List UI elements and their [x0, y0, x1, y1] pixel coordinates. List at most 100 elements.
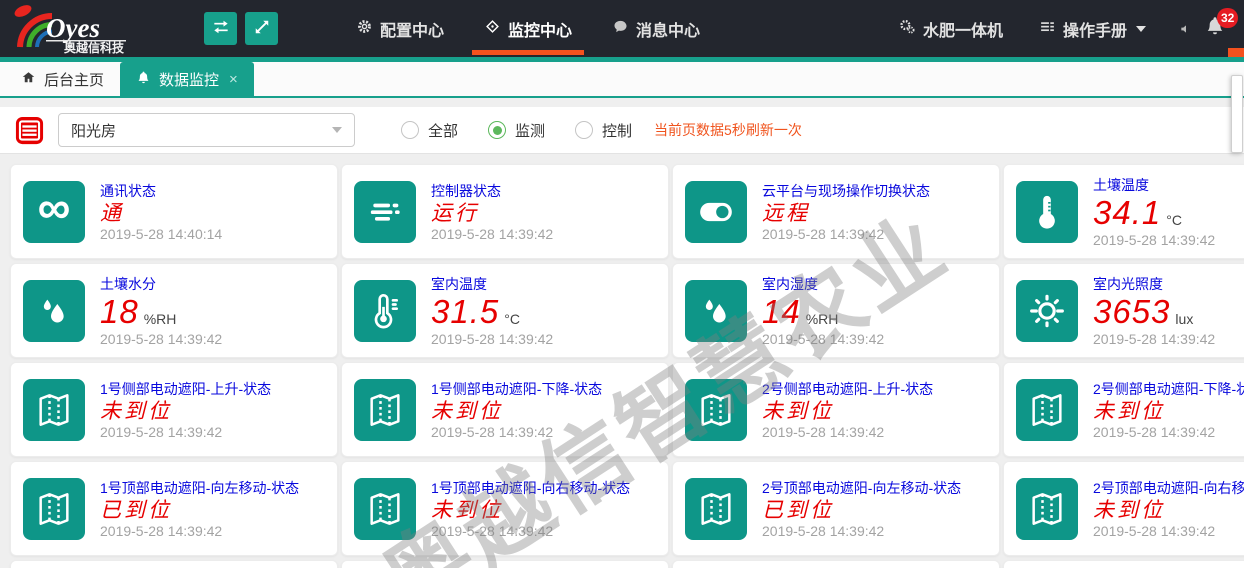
card-value: 18 %RH [100, 295, 222, 330]
card-value: 未到位 [1093, 499, 1244, 521]
speaker-icon [1178, 21, 1194, 37]
tab-data-monitor[interactable]: 数据监控 × [120, 62, 254, 96]
radio-control[interactable]: 控制 [575, 120, 632, 141]
menu-item-config-center[interactable]: 配置中心 [336, 0, 464, 57]
chevron-down-icon [1136, 26, 1146, 32]
data-card: 土壤温度 34.1°C 2019-5-28 14:39:42 [1003, 164, 1244, 259]
card-unit: °C [504, 312, 520, 327]
droplets-icon [685, 280, 747, 342]
menu-label: 水肥一体机 [923, 17, 1003, 41]
thermometer-scale-icon [354, 280, 416, 342]
card-value: 通 [100, 202, 222, 224]
card-title: 2号顶部电动遮阳-向左移动-状态 [762, 478, 961, 498]
radio-circle [488, 121, 506, 139]
card-value-text: 运行 [431, 202, 479, 224]
map-icon [23, 478, 85, 540]
refresh-notice: 当前页数据5秒刷新一次 [654, 120, 802, 140]
menu-item-message-center[interactable]: 消息中心 [592, 0, 720, 57]
card-value: 未到位 [1093, 400, 1244, 422]
card-unit: lux [1175, 312, 1193, 327]
card-title: 云平台与现场操作切换状态 [762, 181, 930, 201]
menu-item-fertigation-machine[interactable]: 水肥一体机 [895, 0, 1007, 57]
swap-arrows-icon [211, 17, 231, 40]
card-title: 1号顶部电动遮阳-向左移动-状态 [100, 478, 299, 498]
card-value-text: 未到位 [100, 400, 172, 422]
card-title: 2号侧部电动遮阳-上升-状态 [762, 379, 933, 399]
scrollbar-top-accent [1228, 48, 1244, 57]
card-timestamp: 2019-5-28 14:39:42 [100, 523, 299, 539]
expand-icon [252, 17, 272, 40]
droplet-icon [23, 280, 85, 342]
data-card: 室内湿度 14%RH 2019-5-28 14:39:42 [672, 263, 1000, 358]
card-timestamp: 2019-5-28 14:39:42 [1093, 232, 1215, 248]
tab-backend-home[interactable]: 后台主页 [5, 62, 120, 96]
card-value-text: 31.5 [431, 295, 499, 330]
notifications-button[interactable]: 32 [1204, 15, 1226, 42]
card-title: 通讯状态 [100, 181, 222, 201]
data-card: ∞ 通讯状态 通 2019-5-28 14:40:14 [10, 164, 338, 259]
radio-all[interactable]: 全部 [401, 120, 458, 141]
card-timestamp: 2019-5-28 14:39:42 [762, 226, 930, 242]
menu-item-manual-dropdown[interactable]: 操作手册 [1035, 0, 1150, 57]
data-card: 云平台与现场操作切换状态 远程 2019-5-28 14:39:42 [672, 164, 1000, 259]
card-title: 2号顶部电动遮阳-向右移动-状态 [1093, 478, 1244, 498]
card-timestamp: 2019-5-28 14:39:42 [1093, 331, 1215, 347]
data-card: 1号顶部电动遮阳-向左移动-状态 已到位 2019-5-28 14:39:42 [10, 461, 338, 556]
card-value-text: 18 [100, 295, 139, 330]
svg-text:Oyes: Oyes [46, 13, 100, 43]
card-value: 已到位 [762, 499, 961, 521]
swap-arrows-button[interactable] [204, 12, 237, 45]
tab-label: 数据监控 [159, 69, 219, 90]
card-timestamp: 2019-5-28 14:39:42 [762, 523, 961, 539]
vertical-scrollbar[interactable] [1231, 75, 1243, 153]
card-value: 14 %RH [762, 295, 884, 330]
menu-label: 消息中心 [636, 17, 700, 41]
card-timestamp: 2019-5-28 14:39:42 [431, 523, 630, 539]
fullscreen-button[interactable] [245, 12, 278, 45]
card-timestamp: 2019-5-28 14:39:42 [762, 424, 933, 440]
data-card-partial [672, 560, 1000, 568]
card-value-text: 未到位 [762, 400, 834, 422]
card-value: 未到位 [762, 400, 933, 422]
data-card: 1号侧部电动遮阳-上升-状态 未到位 2019-5-28 14:39:42 [10, 362, 338, 457]
home-icon [21, 70, 36, 89]
card-timestamp: 2019-5-28 14:39:42 [431, 226, 553, 242]
card-value: 远程 [762, 202, 930, 224]
card-value: 未到位 [431, 499, 630, 521]
card-value: 已到位 [100, 499, 299, 521]
card-title: 1号顶部电动遮阳-向右移动-状态 [431, 478, 630, 498]
card-title: 控制器状态 [431, 181, 553, 201]
infinity-icon: ∞ [23, 181, 85, 243]
card-value-text: 已到位 [100, 499, 172, 521]
radio-circle [401, 121, 419, 139]
red-list-icon [14, 115, 45, 146]
card-value-text: 未到位 [1093, 400, 1165, 422]
compass-icon [484, 18, 501, 40]
brand-logo: Oyes 奥越信科技 [6, 3, 196, 55]
top-navbar: Oyes 奥越信科技 配置中心 监控中心 消息中心 水肥一体机 操作手册 [0, 0, 1244, 57]
card-unit: %RH [806, 312, 839, 327]
card-title: 室内温度 [431, 274, 553, 294]
sun-icon [1016, 280, 1078, 342]
area-select[interactable]: 阳光房 [58, 113, 355, 147]
data-card-partial [341, 560, 669, 568]
gear-icon [356, 18, 373, 40]
radio-label: 控制 [602, 120, 632, 141]
spacer [0, 98, 1244, 107]
radio-circle [575, 121, 593, 139]
close-icon[interactable]: × [229, 72, 238, 87]
radio-monitor[interactable]: 监测 [488, 120, 545, 141]
data-card: 2号侧部电动遮阳-上升-状态 未到位 2019-5-28 14:39:42 [672, 362, 1000, 457]
card-value-text: 14 [762, 295, 801, 330]
menu-item-monitor-center[interactable]: 监控中心 [464, 0, 592, 57]
card-timestamp: 2019-5-28 14:39:42 [762, 331, 884, 347]
card-timestamp: 2019-5-28 14:39:42 [431, 424, 602, 440]
card-value: 34.1°C [1093, 196, 1215, 231]
map-icon [354, 379, 416, 441]
thermometer-icon [1016, 181, 1078, 243]
data-card: 2号顶部电动遮阳-向左移动-状态 已到位 2019-5-28 14:39:42 [672, 461, 1000, 556]
card-unit: %RH [144, 312, 177, 327]
card-value-text: 未到位 [431, 499, 503, 521]
svg-text:奥越信科技: 奥越信科技 [64, 40, 125, 55]
data-card: 控制器状态 运行 2019-5-28 14:39:42 [341, 164, 669, 259]
